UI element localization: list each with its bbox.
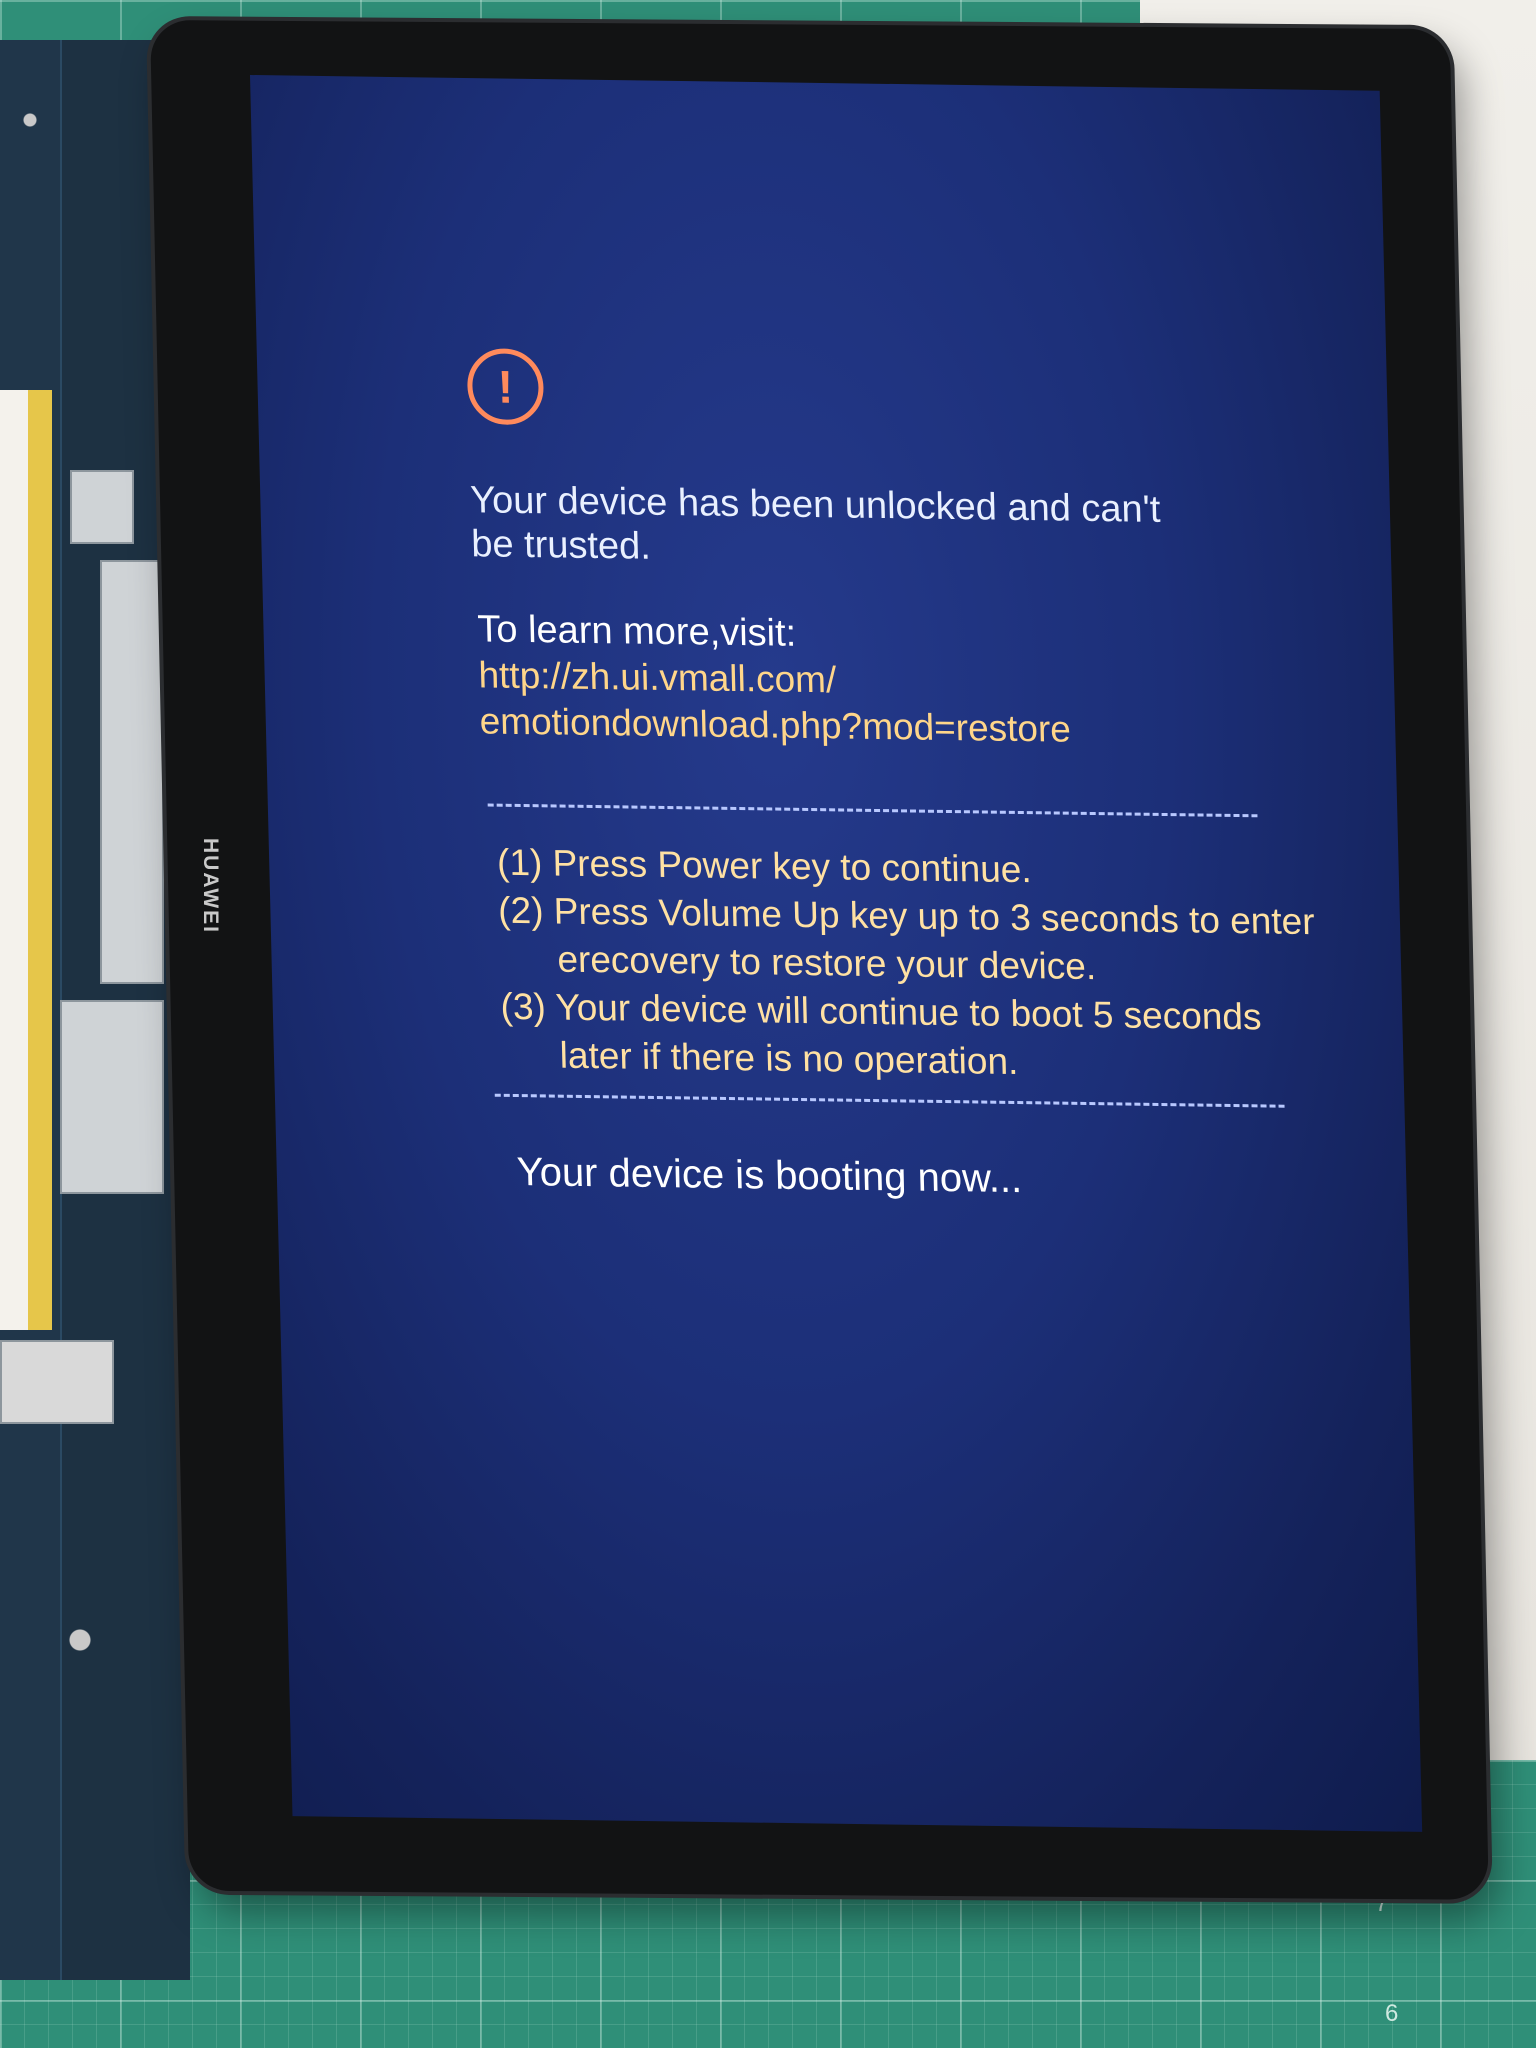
boot-status: Your device is booting now... (516, 1150, 1023, 1202)
info-url: http://zh.ui.vmall.com/ emotiondownload.… (478, 652, 1300, 756)
warning-content: ! Your device has been unlocked and can'… (466, 348, 1327, 1201)
warning-circle-icon: ! (466, 348, 545, 426)
unlock-warning-heading: Your device has been unlocked and can't … (469, 479, 1161, 568)
connector-bracket (0, 1340, 114, 1424)
bootloader-warning-screen: ! Your device has been unlocked and can'… (250, 75, 1423, 1832)
instruction-item: (2) Press Volume Up key up to 3 seconds … (497, 889, 1315, 988)
dashed-divider (494, 1093, 1285, 1108)
instruction-list: (1) Press Power key to continue. (2) Pre… (497, 839, 1343, 1091)
dashed-divider (487, 803, 1258, 818)
mat-ruler-number: 6 (1385, 2000, 1399, 2027)
battery-pack (0, 390, 52, 1330)
qr-label (70, 470, 134, 544)
shield-plate (100, 560, 164, 984)
instruction-item: (3) Your device will continue to boot 5 … (500, 985, 1262, 1083)
brand-logo: HUAWEI (199, 838, 222, 934)
shield-plate (60, 1000, 164, 1194)
